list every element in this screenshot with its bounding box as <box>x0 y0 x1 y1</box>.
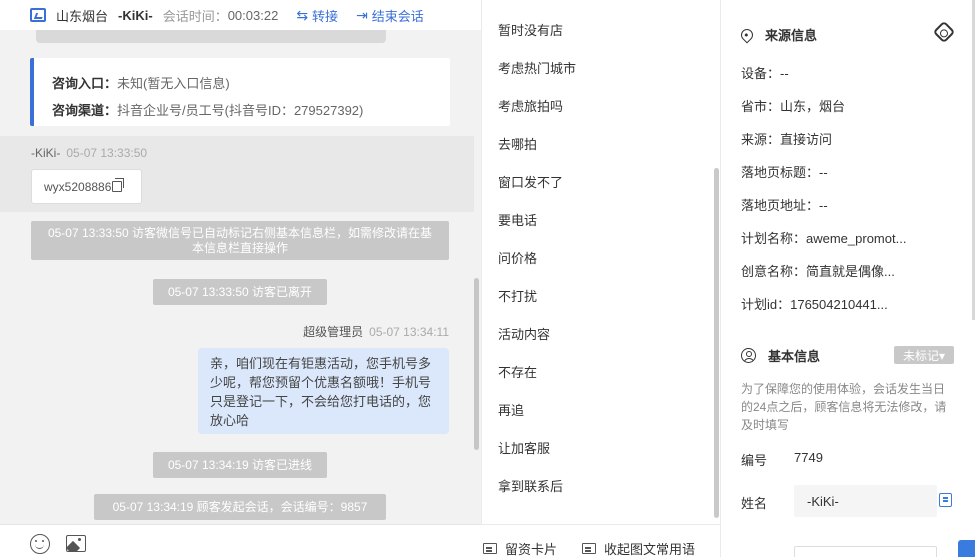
location-pin-icon <box>738 26 756 43</box>
exit-icon: ⇥ <box>356 6 368 23</box>
channel-key: 咨询渠道： <box>52 103 118 118</box>
session-time-label: 会话时间： <box>162 8 228 24</box>
system-message: 05-07 13:33:50 访客已离开 <box>153 279 327 305</box>
source-plan-name: 计划名称：aweme_promot... <box>741 231 907 246</box>
transfer-button[interactable]: ⇆ 转接 <box>296 6 338 25</box>
quick-reply-item[interactable]: 问价格 <box>498 248 537 267</box>
user-icon <box>741 348 756 363</box>
source-landing-url: 落地页地址：-- <box>741 198 828 213</box>
quick-reply-scrollbar[interactable] <box>714 168 719 518</box>
edit-icon[interactable] <box>939 493 952 507</box>
quick-reply-item[interactable]: 考虑旅拍吗 <box>498 96 563 115</box>
entry-key: 咨询入口： <box>52 76 118 91</box>
id-label: 编号 <box>741 453 768 468</box>
quick-reply-item[interactable]: 拿到联系后 <box>498 476 563 495</box>
chat-panel: 山东烟台 -KiKi- 会话时间： 00:03:22 ⇆ 转接 ⇥ 结束会话 咨询入… <box>0 0 481 557</box>
system-message: 05-07 13:34:19 访客已进线 <box>153 452 327 478</box>
session-time: 00:03:22 <box>227 7 279 23</box>
agent-message-meta: 超级管理员 05-07 13:34:11 <box>303 325 449 339</box>
source-landing-title: 落地页标题：-- <box>741 165 828 180</box>
app-root: 山东烟台 -KiKi- 会话时间： 00:03:22 ⇆ 转接 ⇥ 结束会话 咨询入… <box>0 0 975 557</box>
visitor-message-meta: -KiKi- 05-07 13:33:50 <box>31 146 148 160</box>
wechat-id-message[interactable]: wyx5208886 <box>31 169 142 204</box>
source-plan-id: 计划id：176504210441... <box>741 297 888 312</box>
consult-info-card: 咨询入口：未知(暂无入口信息) 咨询渠道：抖音企业号/员工号(抖音号ID：279… <box>30 58 450 126</box>
end-session-button[interactable]: ⇥ 结束会话 <box>356 6 424 25</box>
id-value: 7749 <box>794 450 823 465</box>
copy-icon[interactable] <box>112 178 125 192</box>
quick-reply-item[interactable]: 再追 <box>498 400 524 419</box>
monitor-icon <box>30 8 46 22</box>
system-message: 05-07 13:34:19 顾客发起会话，会话编号：9857 <box>94 494 386 520</box>
transfer-icon: ⇆ <box>296 6 309 23</box>
quick-reply-item[interactable]: 不存在 <box>498 362 537 381</box>
tag-dropdown[interactable]: 未标记▾ <box>894 346 954 364</box>
quick-reply-item[interactable]: 考虑热门城市 <box>498 58 576 77</box>
floating-action-button[interactable] <box>958 540 975 557</box>
collapse-phrases-button[interactable]: 收起图文常用语 <box>582 539 695 557</box>
quick-reply-item[interactable]: 让加客服 <box>498 438 550 457</box>
entry-value: 未知(暂无入口信息) <box>117 76 230 91</box>
visitor-location: 山东烟台 <box>56 8 109 24</box>
quick-reply-panel: 暂时没有店 考虑热门城市 考虑旅拍吗 去哪拍 窗口发不了 要电话 问价格 不打扰… <box>481 0 720 557</box>
source-creative-name: 创意名称：简直就是偶像... <box>741 264 895 279</box>
quick-reply-item[interactable]: 不打扰 <box>498 286 537 305</box>
agent-message-bubble: 亲，咱们现在有钜惠活动，您手机号多少呢，帮您预留个优惠名额哦！手机号只是登记一下… <box>198 348 449 434</box>
source-section-title: 来源信息 <box>738 25 817 44</box>
card-icon <box>582 543 596 554</box>
emoji-icon[interactable] <box>30 534 50 554</box>
source-origin: 来源：直接访问 <box>741 132 833 147</box>
chat-scrollbar[interactable] <box>474 278 479 450</box>
basic-section-title: 基本信息 <box>741 346 820 365</box>
quick-reply-item[interactable]: 窗口发不了 <box>498 172 563 191</box>
previous-message-stub <box>36 30 386 43</box>
channel-value: 抖音企业号/员工号(抖音号ID：279527392) <box>117 103 364 118</box>
quick-reply-item[interactable]: 活动内容 <box>498 324 550 343</box>
visitor-name: -KiKi- <box>118 7 153 23</box>
settings-icon[interactable] <box>932 20 956 44</box>
quick-reply-item[interactable]: 要电话 <box>498 210 537 229</box>
next-field[interactable] <box>794 546 937 557</box>
name-label: 姓名 <box>741 496 768 511</box>
chat-toolbar <box>0 524 481 557</box>
card-icon <box>483 543 497 554</box>
visitor-info-panel: 来源信息 设备：-- 省市：山东，烟台 来源：直接访问 落地页标题：-- 落地页… <box>720 0 975 557</box>
quick-reply-item[interactable]: 暂时没有店 <box>498 20 563 39</box>
lead-card-button[interactable]: 留资卡片 <box>483 539 557 557</box>
quick-reply-footer: 留资卡片 收起图文常用语 <box>481 524 720 557</box>
quick-reply-item[interactable]: 去哪拍 <box>498 134 537 153</box>
name-field[interactable]: -KiKi- <box>794 485 937 517</box>
image-icon[interactable] <box>66 535 86 552</box>
source-device: 设备：-- <box>741 66 789 81</box>
chat-header: 山东烟台 -KiKi- 会话时间： 00:03:22 ⇆ 转接 ⇥ 结束会话 <box>0 0 481 30</box>
source-province: 省市：山东，烟台 <box>741 99 846 114</box>
system-message: 05-07 13:33:50 访客微信号已自动标记右侧基本信息栏，如需修改请在基… <box>31 221 449 260</box>
basic-info-note: 为了保障您的使用体验，会话发生当日的24点之后，顾客信息将无法修改，请及时填写 <box>741 382 947 432</box>
